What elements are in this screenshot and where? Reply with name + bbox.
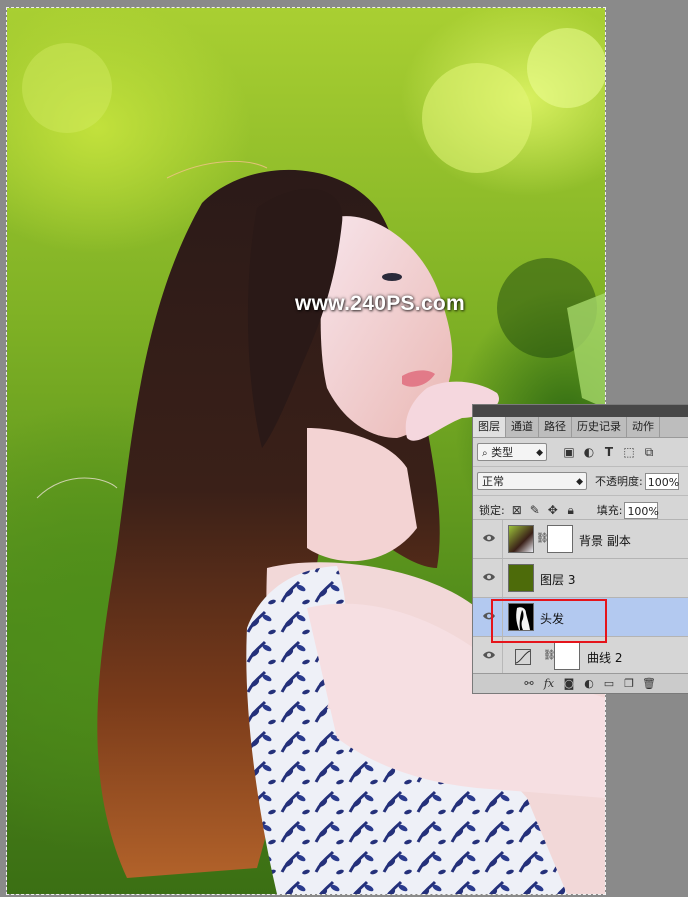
layer-name: 曲线 2 (587, 651, 623, 665)
eye-icon[interactable] (482, 570, 496, 584)
tab-paths[interactable]: 路径 (539, 417, 572, 437)
layer-filter-select[interactable]: ⌕ 类型 ◆ (477, 443, 547, 461)
layer-name: 头发 (540, 612, 565, 626)
layer-thumbnail[interactable] (508, 564, 534, 592)
eye-icon[interactable] (482, 531, 496, 545)
type-filter-icon[interactable]: T (601, 444, 617, 460)
mask-icon[interactable]: ◙ (561, 676, 577, 692)
layer-row-layer-3[interactable]: 图层 3 (473, 558, 688, 597)
watermark-text: www.240PS.com (295, 292, 466, 315)
chevron-down-icon: ◆ (536, 448, 543, 458)
blend-mode-label: 正常 (482, 475, 504, 488)
layer-row-background-copy[interactable]: ⛓︎ 背景 副本 (473, 519, 688, 558)
adjustment-icon[interactable]: ◐ (581, 676, 597, 692)
curves-adjustment-icon[interactable] (515, 649, 531, 665)
link-icon[interactable]: ⚯ (521, 676, 537, 692)
hair-mask-thumbnail-image (516, 607, 530, 630)
layers-list: ⛓︎ 背景 副本 图层 3 头发 ⛓︎ 曲线 2 (473, 519, 688, 675)
pixel-filter-icon[interactable]: ▣ (561, 444, 577, 460)
visibility-divider (502, 559, 503, 597)
layer-mask-thumbnail[interactable] (547, 525, 573, 553)
layer-name: 图层 3 (540, 573, 576, 587)
fx-icon[interactable]: fx (541, 676, 557, 692)
folder-icon[interactable]: ▭ (601, 676, 617, 692)
new-layer-icon[interactable]: ❐ (621, 676, 637, 692)
eye-icon[interactable] (482, 609, 496, 623)
tab-layers[interactable]: 图层 (473, 417, 506, 437)
visibility-divider (502, 520, 503, 558)
lock-transparent-icon[interactable]: ⊠ (509, 502, 525, 518)
panel-title-bar[interactable] (473, 405, 688, 417)
layer-name: 背景 副本 (579, 534, 631, 548)
opacity-label: 不透明度: (595, 475, 643, 488)
tab-history[interactable]: 历史记录 (572, 417, 627, 437)
visibility-divider (502, 637, 503, 675)
fill-label: 填充: (596, 504, 623, 517)
lock-pixels-brush-icon[interactable]: ✎ (527, 502, 543, 518)
visibility-divider (502, 598, 503, 636)
layer-mask-thumbnail[interactable] (554, 642, 580, 670)
search-icon: ⌕ (482, 448, 488, 459)
layer-filter-label: 类型 (491, 446, 514, 459)
blend-mode-select[interactable]: 正常 ◆ (477, 472, 587, 490)
layer-thumbnail[interactable] (508, 525, 534, 553)
lock-label: 锁定: (479, 504, 505, 517)
layers-bottom-toolbar: ⚯ fx ◙ ◐ ▭ ❐ 🗑︎ (473, 673, 688, 693)
eye-icon[interactable] (482, 648, 496, 662)
tab-channels[interactable]: 通道 (506, 417, 539, 437)
shape-filter-icon[interactable]: ⬚ (621, 444, 637, 460)
chevron-down-icon: ◆ (576, 477, 583, 487)
opacity-input[interactable]: 100% (644, 472, 679, 490)
layers-panel: 图层 通道 路径 历史记录 动作 ⌕ 类型 ◆ ▣ ◐ T ⬚ ⧉ 正常 ◆ 不… (472, 404, 688, 694)
tab-actions[interactable]: 动作 (627, 417, 660, 437)
fill-input[interactable]: 100% (624, 501, 659, 519)
layer-row-hair[interactable]: 头发 (473, 597, 688, 636)
panel-tabs: 图层 通道 路径 历史记录 动作 (473, 417, 688, 438)
layer-row-curves-2[interactable]: ⛓︎ 曲线 2 (473, 636, 688, 675)
smart-object-filter-icon[interactable]: ⧉ (641, 444, 657, 460)
layer-thumbnail[interactable] (508, 603, 534, 631)
lock-position-move-icon[interactable]: ✥ (545, 502, 561, 518)
trash-icon[interactable]: 🗑︎ (641, 676, 657, 692)
lock-all-icon[interactable]: 🔒︎ (563, 502, 579, 518)
adjustment-filter-icon[interactable]: ◐ (581, 444, 597, 460)
